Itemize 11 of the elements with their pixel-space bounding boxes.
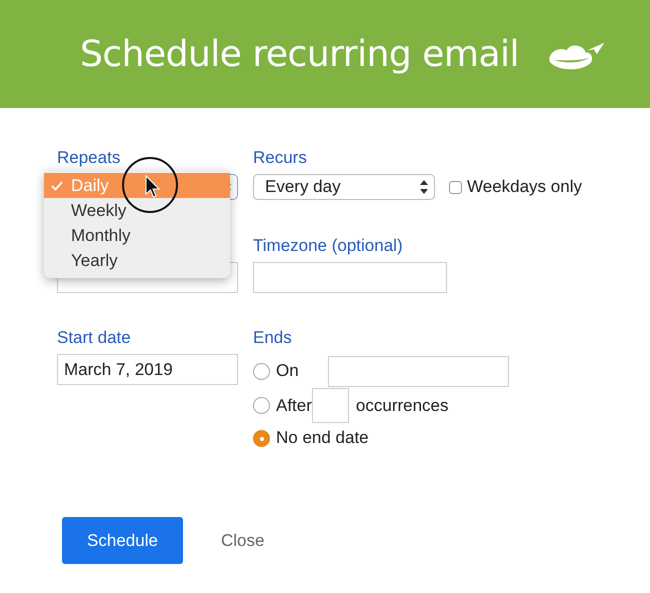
field-label: Start date — [57, 328, 131, 348]
checkbox-label: Weekdays only — [467, 177, 582, 197]
field-label: Timezone (optional) — [253, 236, 403, 256]
field-label: Recurs — [253, 148, 307, 168]
field-suffix: occurrences — [356, 396, 449, 416]
field-label: Repeats — [57, 148, 120, 168]
radio-label: On — [276, 361, 300, 381]
radio-label: No end date — [276, 428, 369, 448]
radio-label: After — [276, 396, 312, 416]
dialog-title: Schedule recurring email — [80, 34, 520, 74]
field-label: Ends — [253, 328, 292, 348]
